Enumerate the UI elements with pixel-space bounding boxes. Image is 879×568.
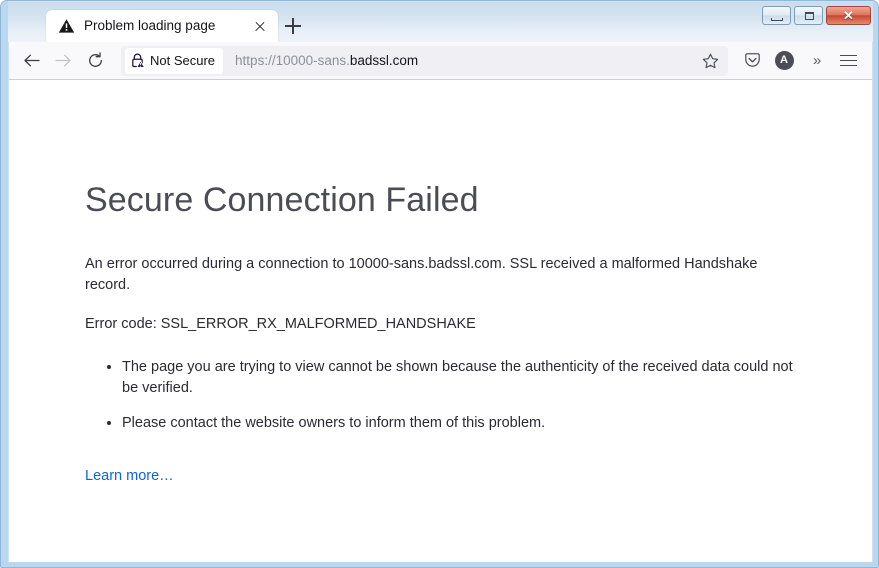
window-frame [1,1,878,567]
browser-window: Problem loading page ✕ Not Secure https:… [0,0,879,568]
